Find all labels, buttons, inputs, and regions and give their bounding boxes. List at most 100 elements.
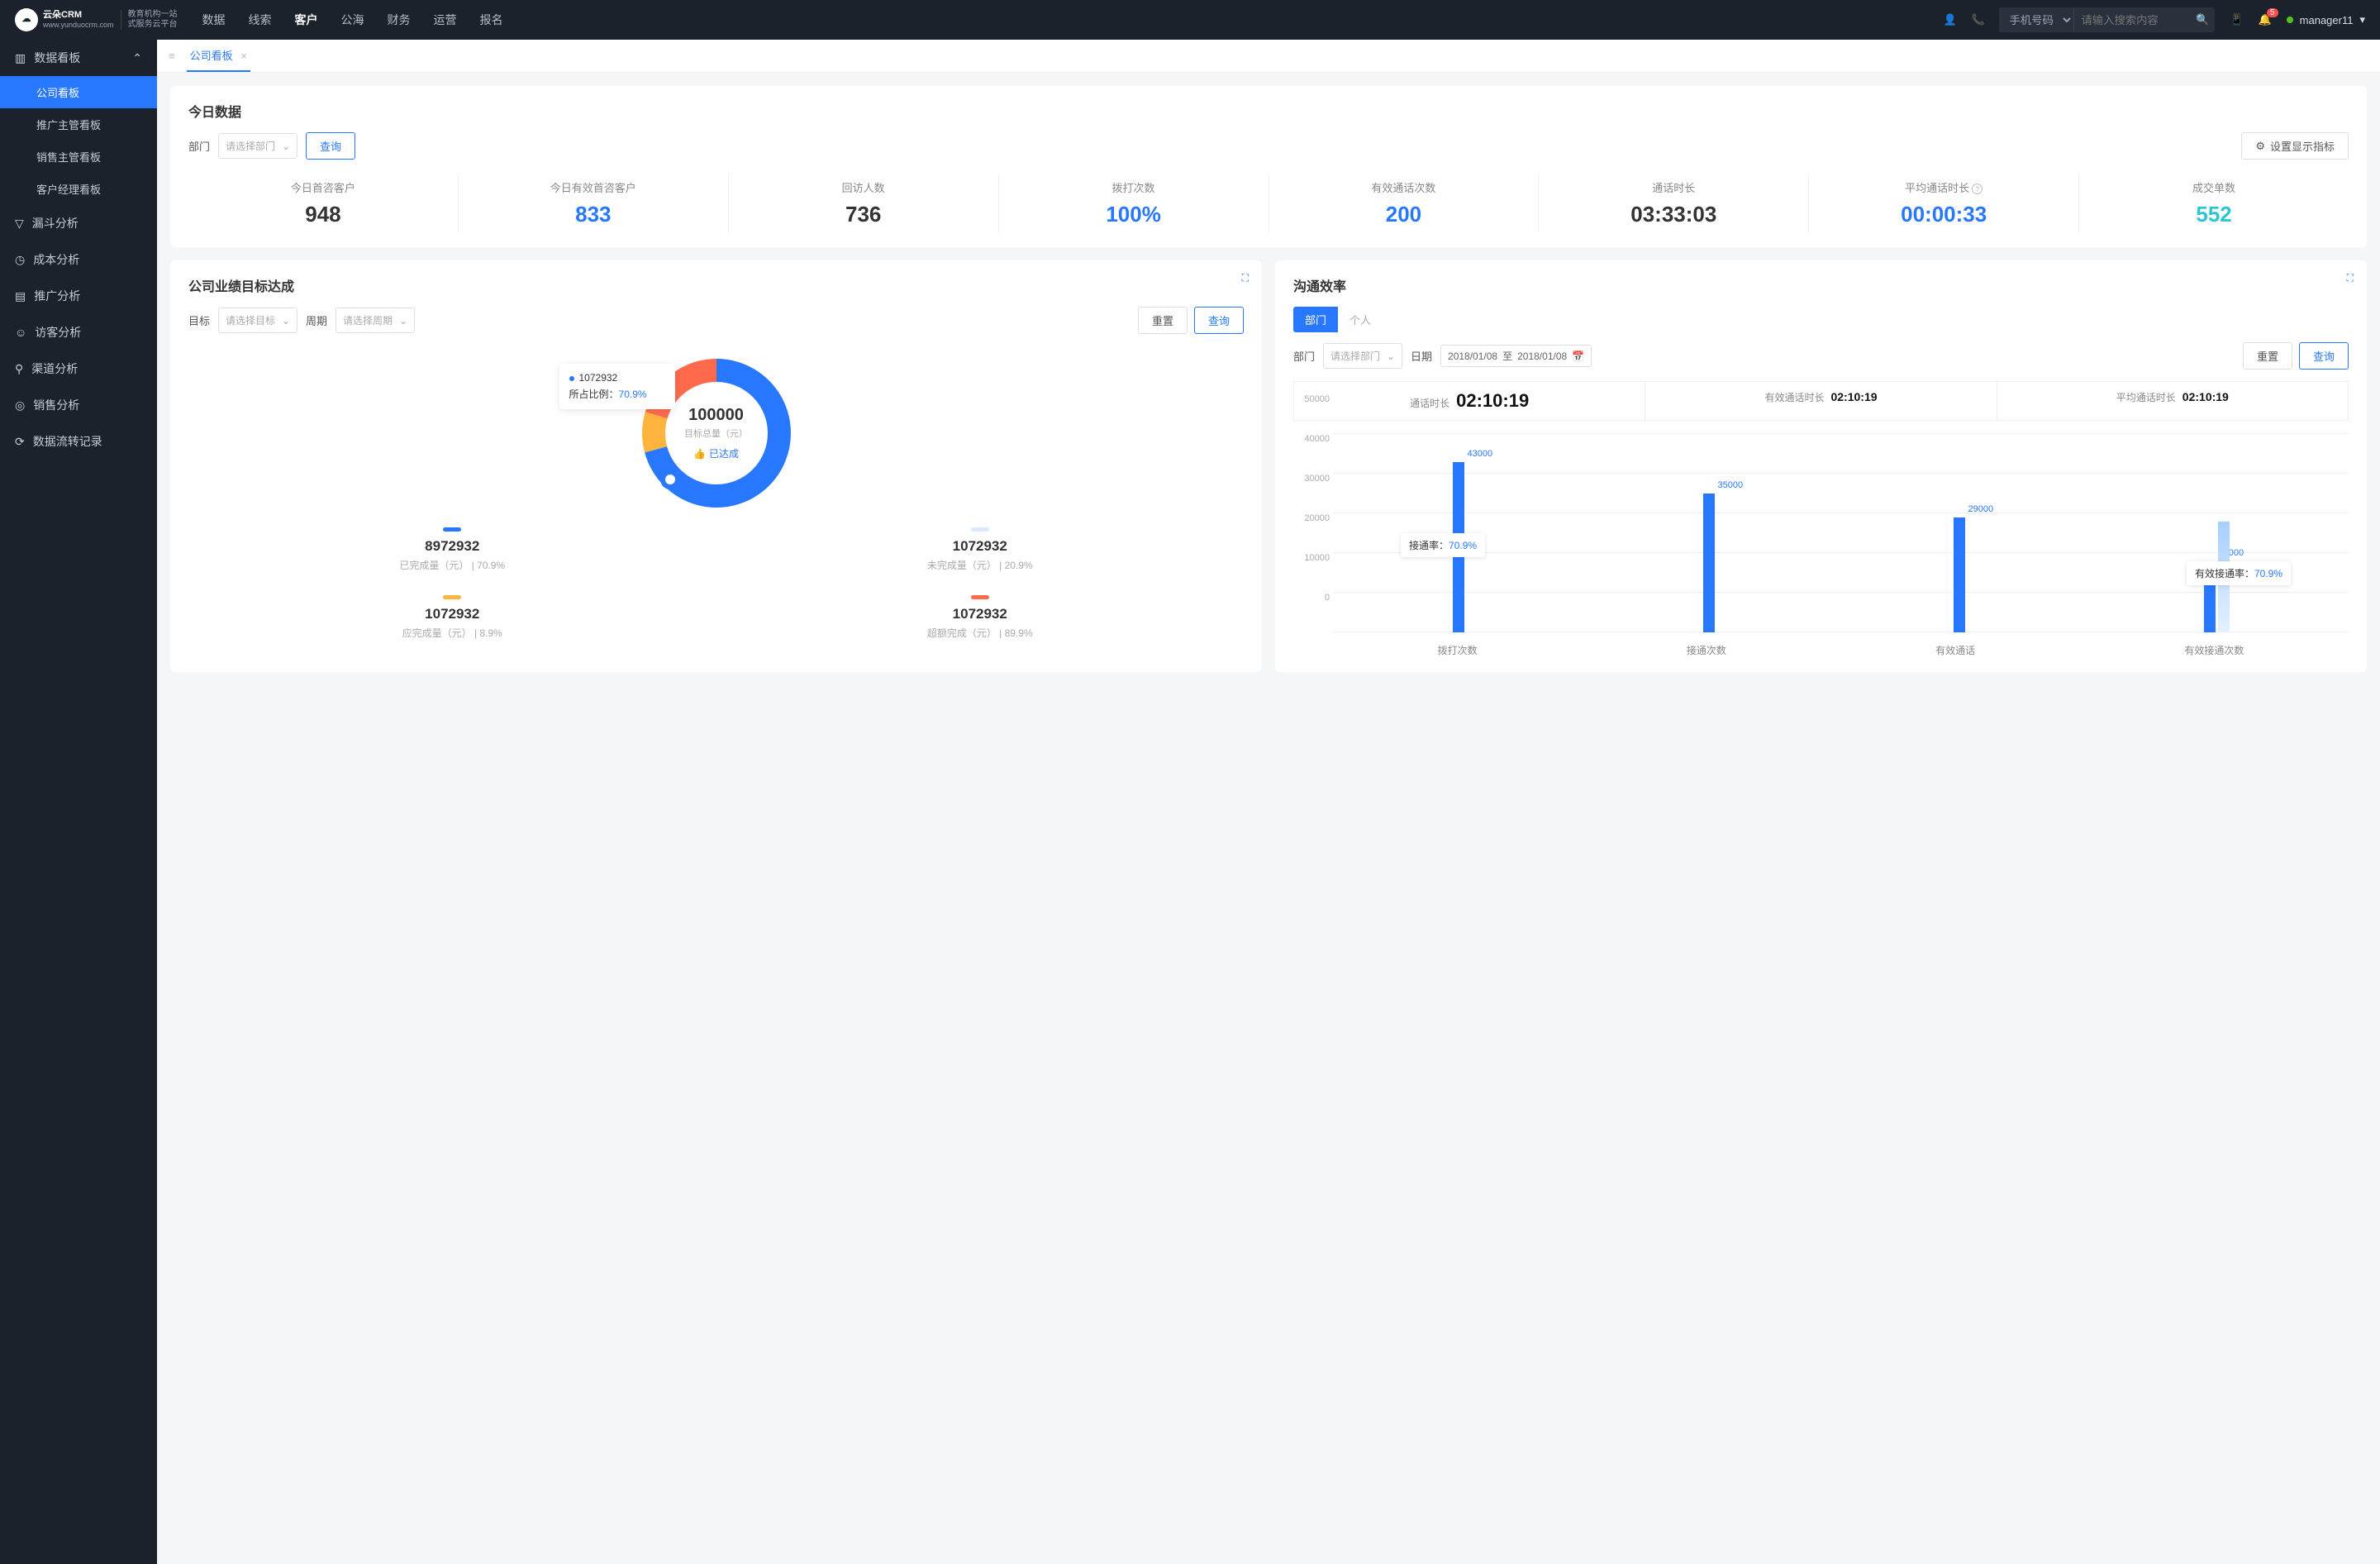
- eff-summary-1: 有效通话时长02:10:19: [1645, 382, 1997, 420]
- goal-reset-button[interactable]: 重置: [1138, 307, 1188, 334]
- phone-icon[interactable]: 📞: [1971, 13, 1984, 26]
- goal-center-sub: 目标总量（元）: [684, 427, 748, 440]
- today-card: 今日数据 部门 请选择部门⌄ 查询 ⚙ 设置显示指标 今日首咨客户948今日有效…: [170, 86, 2367, 247]
- user-menu[interactable]: manager11 ▾: [2287, 13, 2365, 26]
- sidebar-item-3[interactable]: ☺访客分析: [0, 314, 157, 350]
- today-title: 今日数据: [188, 101, 2349, 121]
- sidebar-item-0[interactable]: ▽漏斗分析: [0, 205, 157, 241]
- chevron-down-icon: ⌄: [282, 141, 290, 152]
- sidebar-item-2[interactable]: ▤推广分析: [0, 278, 157, 314]
- mobile-icon[interactable]: 📱: [2230, 13, 2243, 26]
- stat-1: 今日有效首咨客户833: [459, 174, 729, 232]
- stat-2: 回访人数736: [729, 174, 999, 232]
- nav-公海[interactable]: 公海: [341, 12, 364, 28]
- stat-4: 有效通话次数200: [1269, 174, 1540, 232]
- person-add-icon[interactable]: 👤: [1943, 13, 1956, 26]
- search-type-select[interactable]: 手机号码: [1999, 7, 2074, 32]
- goal-target-label: 目标: [188, 312, 210, 328]
- settings-metrics-button[interactable]: ⚙ 设置显示指标: [2241, 132, 2349, 160]
- sidebar-group-label: 数据看板: [34, 50, 80, 66]
- menu-toggle-icon[interactable]: ≡: [169, 50, 175, 62]
- bar-2: 29000: [1954, 517, 1965, 632]
- xtick: 接通次数: [1687, 643, 1726, 657]
- expand-icon[interactable]: ⛶: [2347, 272, 2354, 284]
- calendar-icon: 📅: [1572, 350, 1584, 362]
- sidebar-sub-2[interactable]: 销售主管看板: [0, 141, 157, 173]
- ytick: 30000: [1304, 474, 1330, 484]
- goal-donut-chart: 100000 目标总量（元） 👍 已达成 1072932 所占比例：70.9%: [634, 350, 799, 516]
- sidebar-item-5[interactable]: ◎销售分析: [0, 387, 157, 423]
- sidebar-sub-0[interactable]: 公司看板: [0, 76, 157, 108]
- thumbs-up-icon: 👍: [693, 448, 706, 460]
- search-bar: 手机号码 🔍: [1999, 7, 2215, 32]
- goal-period-select[interactable]: 请选择周期⌄: [336, 308, 415, 333]
- sidebar-icon: ◎: [15, 398, 25, 412]
- sidebar-item-1[interactable]: ◷成本分析: [0, 241, 157, 278]
- sidebar-sub-1[interactable]: 推广主管看板: [0, 108, 157, 141]
- status-dot: [2287, 17, 2293, 23]
- ytick: 40000: [1304, 434, 1330, 444]
- sidebar-icon: ⚲: [15, 362, 23, 376]
- legend-0: 8972932已完成量（元） | 70.9%: [205, 527, 700, 572]
- eff-date-label: 日期: [1411, 348, 1432, 364]
- eff-dept-select[interactable]: 请选择部门⌄: [1323, 343, 1402, 369]
- seg-dept[interactable]: 部门: [1293, 307, 1338, 332]
- nav-线索[interactable]: 线索: [249, 12, 272, 28]
- chevron-up-icon: ⌃: [132, 51, 142, 65]
- legend-1: 1072932未完成量（元） | 20.9%: [733, 527, 1228, 572]
- eff-summary-2: 平均通话时长02:10:19: [1997, 382, 2348, 420]
- expand-icon[interactable]: ⛶: [1242, 272, 1249, 284]
- efficiency-card: ⛶ 沟通效率 部门 个人 部门 请选择部门⌄ 日期 2018/01/08 至 2…: [1275, 260, 2367, 672]
- stat-6: 平均通话时长?00:00:33: [1809, 174, 2079, 232]
- eff-date-range[interactable]: 2018/01/08 至 2018/01/08 📅: [1440, 345, 1592, 367]
- close-icon[interactable]: ×: [240, 50, 247, 62]
- xtick: 有效接通次数: [2184, 643, 2244, 657]
- legend-3: 1072932超额完成（元） | 89.9%: [733, 595, 1228, 640]
- ytick: 50000: [1304, 394, 1330, 404]
- sidebar-item-4[interactable]: ⚲渠道分析: [0, 350, 157, 387]
- sidebar-item-6[interactable]: ⟳数据流转记录: [0, 423, 157, 460]
- user-name: manager11: [2300, 14, 2354, 26]
- chevron-down-icon: ▾: [2359, 13, 2365, 26]
- sidebar-icon: ☺: [15, 326, 26, 339]
- goal-query-button[interactable]: 查询: [1194, 307, 1244, 334]
- info-icon[interactable]: ?: [1972, 184, 1983, 194]
- sidebar-group-dashboard[interactable]: ▥ 数据看板 ⌃: [0, 40, 157, 76]
- nav-报名[interactable]: 报名: [480, 12, 503, 28]
- goal-target-select[interactable]: 请选择目标⌄: [218, 308, 298, 333]
- stat-3: 拨打次数100%: [999, 174, 1269, 232]
- stat-0: 今日首咨客户948: [188, 174, 459, 232]
- today-filter-label: 部门: [188, 138, 210, 154]
- xtick: 有效通话: [1935, 643, 1975, 657]
- stat-7: 成交单数552: [2079, 174, 2349, 232]
- goal-title: 公司业绩目标达成: [188, 275, 1244, 295]
- nav-财务[interactable]: 财务: [388, 12, 411, 28]
- search-input[interactable]: [2074, 7, 2190, 32]
- nav-客户[interactable]: 客户: [295, 12, 318, 28]
- search-icon[interactable]: 🔍: [2190, 13, 2215, 26]
- sidebar-sub-3[interactable]: 客户经理看板: [0, 173, 157, 205]
- tab-company-board[interactable]: 公司看板 ×: [187, 40, 250, 72]
- tabs-bar: ≡ 公司看板 ×: [157, 40, 2380, 73]
- seg-personal[interactable]: 个人: [1338, 307, 1383, 332]
- sidebar-icon: ◷: [15, 253, 25, 267]
- bar-1: 35000: [1703, 494, 1715, 632]
- logo-mark: ☁: [15, 8, 38, 31]
- sidebar-icon: ▤: [15, 289, 26, 303]
- legend-2: 1072932应完成量（元） | 8.9%: [205, 595, 700, 640]
- nav-运营[interactable]: 运营: [434, 12, 457, 28]
- eff-title: 沟通效率: [1293, 275, 2349, 295]
- today-dept-select[interactable]: 请选择部门⌄: [218, 133, 298, 159]
- donut-tooltip: 1072932 所占比例：70.9%: [559, 364, 675, 409]
- eff-query-button[interactable]: 查询: [2299, 342, 2349, 370]
- eff-segment: 部门 个人: [1293, 307, 1383, 332]
- eff-bar-chart: 01000020000300004000050000 4300035000290…: [1293, 434, 2349, 657]
- notification-bell[interactable]: 🔔 5: [2258, 13, 2271, 26]
- brand-slogan2: 式服务云平台: [128, 20, 178, 30]
- eff-filter-label: 部门: [1293, 348, 1315, 364]
- eff-reset-button[interactable]: 重置: [2243, 342, 2292, 370]
- goal-center-value: 100000: [688, 406, 744, 425]
- nav-数据[interactable]: 数据: [202, 12, 226, 28]
- today-query-button[interactable]: 查询: [306, 132, 355, 160]
- notification-count: 5: [2267, 8, 2278, 17]
